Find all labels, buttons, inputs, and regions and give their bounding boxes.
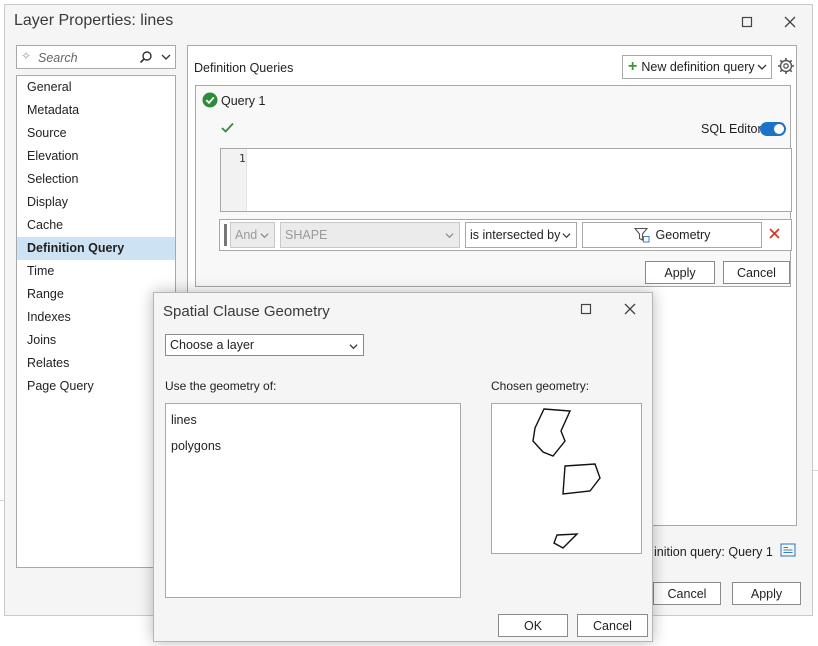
- query-card: Query 1 SQL Editor 1 And SHAPE is inters…: [195, 85, 792, 287]
- background-window-edge: [813, 470, 818, 471]
- dialog-close-button[interactable]: [618, 298, 642, 320]
- chevron-down-icon[interactable]: [161, 52, 171, 62]
- sql-code-editor[interactable]: 1: [220, 148, 792, 212]
- check-circle-icon: [202, 92, 218, 108]
- chevron-down-icon: [445, 233, 454, 239]
- maximize-icon: [741, 16, 753, 28]
- connector-value: And: [235, 228, 258, 242]
- new-definition-query-button[interactable]: + New definition query: [622, 55, 772, 79]
- layer-list: lines polygons: [165, 403, 461, 598]
- chevron-down-icon: [757, 64, 767, 70]
- field-dropdown: SHAPE: [280, 222, 460, 248]
- nav-item-elevation[interactable]: Elevation: [17, 145, 175, 168]
- background-window-edge: [0, 500, 4, 501]
- geometry-button-label: Geometry: [655, 228, 711, 242]
- dialog-maximize-button[interactable]: [574, 298, 598, 320]
- sparkle-icon: ✧: [21, 49, 32, 63]
- search-input[interactable]: ✧ Search: [16, 45, 176, 69]
- nav-item-source[interactable]: Source: [17, 122, 175, 145]
- filter-geometry-icon: [633, 227, 650, 243]
- query-cancel-button[interactable]: Cancel: [723, 261, 790, 284]
- plus-icon: +: [628, 58, 638, 75]
- field-value: SHAPE: [285, 228, 328, 242]
- dialog-cancel-button[interactable]: Cancel: [577, 614, 648, 637]
- close-icon: [624, 303, 636, 315]
- search-icon[interactable]: [139, 50, 153, 64]
- polygon-shape: [532, 408, 572, 457]
- geometry-button[interactable]: Geometry: [582, 222, 762, 248]
- nav-item-display[interactable]: Display: [17, 191, 175, 214]
- report-icon[interactable]: [780, 543, 796, 557]
- nav-item-metadata[interactable]: Metadata: [17, 99, 175, 122]
- nav-item-general[interactable]: General: [17, 76, 175, 99]
- layer-item-lines[interactable]: lines: [166, 407, 460, 433]
- maximize-button[interactable]: [735, 11, 759, 33]
- geometry-preview-canvas: [532, 408, 601, 549]
- operator-value: is intersected by: [470, 228, 561, 242]
- sql-editor-toggle[interactable]: [760, 122, 786, 136]
- chevron-down-icon: [349, 344, 358, 350]
- sql-editor-label: SQL Editor: [701, 122, 762, 136]
- nav-item-cache[interactable]: Cache: [17, 214, 175, 237]
- gear-icon[interactable]: [777, 57, 795, 75]
- nav-item-relates[interactable]: Relates: [17, 352, 175, 375]
- nav-item-joins[interactable]: Joins: [17, 329, 175, 352]
- connector-dropdown: And: [230, 222, 275, 248]
- query-apply-button[interactable]: Apply: [645, 261, 715, 284]
- close-icon: [784, 16, 796, 28]
- layer-item-polygons[interactable]: polygons: [166, 433, 460, 459]
- nav-item-page-query[interactable]: Page Query: [17, 375, 175, 398]
- nav-item-selection[interactable]: Selection: [17, 168, 175, 191]
- checkmark-icon: [221, 122, 234, 133]
- nav-item-indexes[interactable]: Indexes: [17, 306, 175, 329]
- search-placeholder: Search: [38, 51, 78, 65]
- chosen-geometry-label: Chosen geometry:: [491, 379, 590, 393]
- footer-apply-button[interactable]: Apply: [732, 582, 801, 605]
- chevron-down-icon: [562, 233, 571, 239]
- chevron-down-icon: [260, 233, 269, 239]
- polygon-shape: [562, 463, 601, 495]
- polygon-shape: [553, 533, 579, 549]
- footer-cancel-button[interactable]: Cancel: [653, 582, 721, 605]
- layer-select-dropdown[interactable]: Choose a layer: [165, 334, 364, 356]
- ok-button[interactable]: OK: [498, 614, 568, 637]
- dialog-title: Spatial Clause Geometry: [163, 303, 330, 320]
- window-title: Layer Properties: lines: [14, 12, 174, 29]
- properties-nav: General Metadata Source Elevation Select…: [16, 75, 176, 568]
- query-name[interactable]: Query 1: [221, 94, 265, 108]
- definition-queries-heading: Definition Queries: [194, 61, 294, 75]
- query-clause-row: And SHAPE is intersected by Geometry: [219, 219, 792, 251]
- operator-dropdown[interactable]: is intersected by: [465, 222, 577, 248]
- geometry-preview: [491, 403, 642, 554]
- nav-item-time[interactable]: Time: [17, 260, 175, 283]
- spatial-clause-geometry-dialog: Spatial Clause Geometry Choose a layer U…: [153, 292, 653, 642]
- active-query-status: inition query: Query 1: [654, 545, 773, 559]
- nav-item-definition-query[interactable]: Definition Query: [17, 237, 175, 260]
- line-number: 1: [239, 152, 246, 165]
- remove-clause-icon[interactable]: [769, 228, 780, 239]
- layer-select-value: Choose a layer: [170, 338, 255, 352]
- close-button[interactable]: [778, 11, 802, 33]
- new-definition-query-label: New definition query: [641, 60, 755, 74]
- nav-item-range[interactable]: Range: [17, 283, 175, 306]
- use-geometry-label: Use the geometry of:: [165, 379, 277, 393]
- maximize-icon: [580, 303, 592, 315]
- drag-handle[interactable]: [224, 224, 227, 246]
